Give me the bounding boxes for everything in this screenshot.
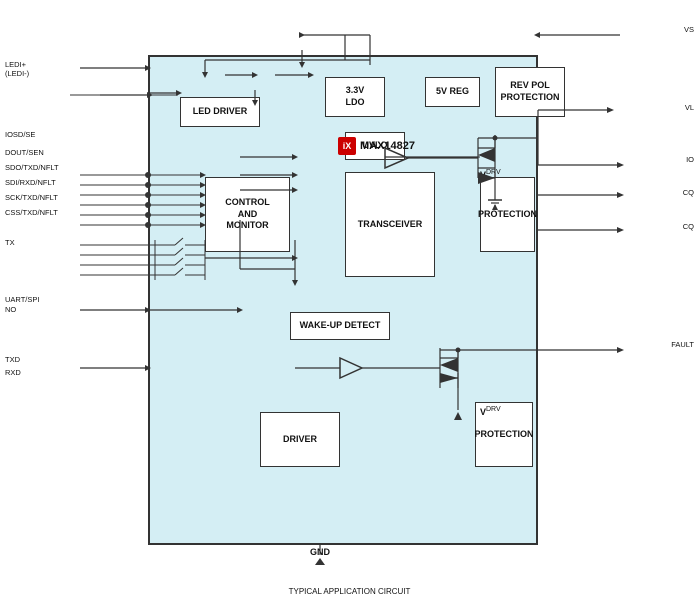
pin-vs: VS	[684, 25, 694, 34]
logo-text: iX	[343, 141, 352, 151]
pin-fault: FAULT	[671, 340, 694, 349]
driver-label: DRIVER	[283, 434, 317, 446]
bottom-label-text: TYPICAL APPLICATION CIRCUIT	[289, 587, 411, 596]
pin-dout: DOUT/SEN	[5, 148, 44, 157]
control-monitor-label: CONTROLANDMONITOR	[225, 197, 270, 232]
pin-io: IO	[686, 155, 694, 164]
maxim-logo: iX	[338, 137, 356, 155]
led-driver-block: LED DRIVER	[180, 97, 260, 127]
left-labels: LEDI+(LEDI-) IOSD/SE DOUT/SEN SDO/TXD/NF…	[0, 0, 148, 604]
ldo-label: 3.3VLDO	[346, 85, 365, 108]
right-labels: VS VL IO CQ CQ FAULT	[534, 0, 699, 604]
pin-rxd: RXD	[5, 368, 21, 377]
driver-block: DRIVER	[260, 412, 340, 467]
protection-bottom-block: PROTECTION	[475, 402, 533, 467]
protection-top-block: PROTECTION	[480, 177, 535, 252]
bottom-label: TYPICAL APPLICATION CIRCUIT	[289, 587, 411, 596]
brand-label: iX MAX14827	[338, 137, 415, 155]
pin-cq1: CQ	[683, 188, 694, 197]
svg-text:GND: GND	[310, 547, 331, 557]
chip-name: MAX14827	[360, 140, 415, 152]
vreg-block: 5V REG	[425, 77, 480, 107]
pin-ledi-plus: LEDI+(LEDI-)	[5, 60, 29, 78]
ic-boundary: LED DRIVER 3.3VLDO 5V REG REV POLPROTECT…	[148, 55, 538, 545]
pin-cq2: CQ	[683, 222, 694, 231]
ldo-block: 3.3VLDO	[325, 77, 385, 117]
pin-vl: VL	[685, 103, 694, 112]
led-driver-label: LED DRIVER	[193, 106, 248, 118]
control-monitor-block: CONTROLANDMONITOR	[205, 177, 290, 252]
pin-no: NO	[5, 305, 16, 314]
wakeup-label: WAKE-UP DETECT	[300, 320, 381, 332]
pin-switch1: TX	[5, 238, 15, 247]
pin-css: CSS/TXD/NFLT	[5, 208, 58, 217]
pin-sdi: SDI/RXD/NFLT	[5, 178, 56, 187]
pin-iosd: IOSD/SE	[5, 130, 35, 139]
pin-sck: SCK/TXD/NFLT	[5, 193, 58, 202]
vreg-label: 5V REG	[436, 86, 469, 98]
transceiver-label: TRANSCEIVER	[358, 219, 423, 231]
protection-top-label: PROTECTION	[478, 209, 537, 221]
protection-bottom-label: PROTECTION	[475, 429, 534, 441]
pin-sdo: SDO/TXD/NFLT	[5, 163, 59, 172]
pin-txd: TXD	[5, 355, 20, 364]
transceiver-block: TRANSCEIVER	[345, 172, 435, 277]
pin-uart: UART/SPI	[5, 295, 39, 304]
wakeup-block: WAKE-UP DETECT	[290, 312, 390, 340]
diagram-container: LED DRIVER 3.3VLDO 5V REG REV POLPROTECT…	[0, 0, 699, 604]
